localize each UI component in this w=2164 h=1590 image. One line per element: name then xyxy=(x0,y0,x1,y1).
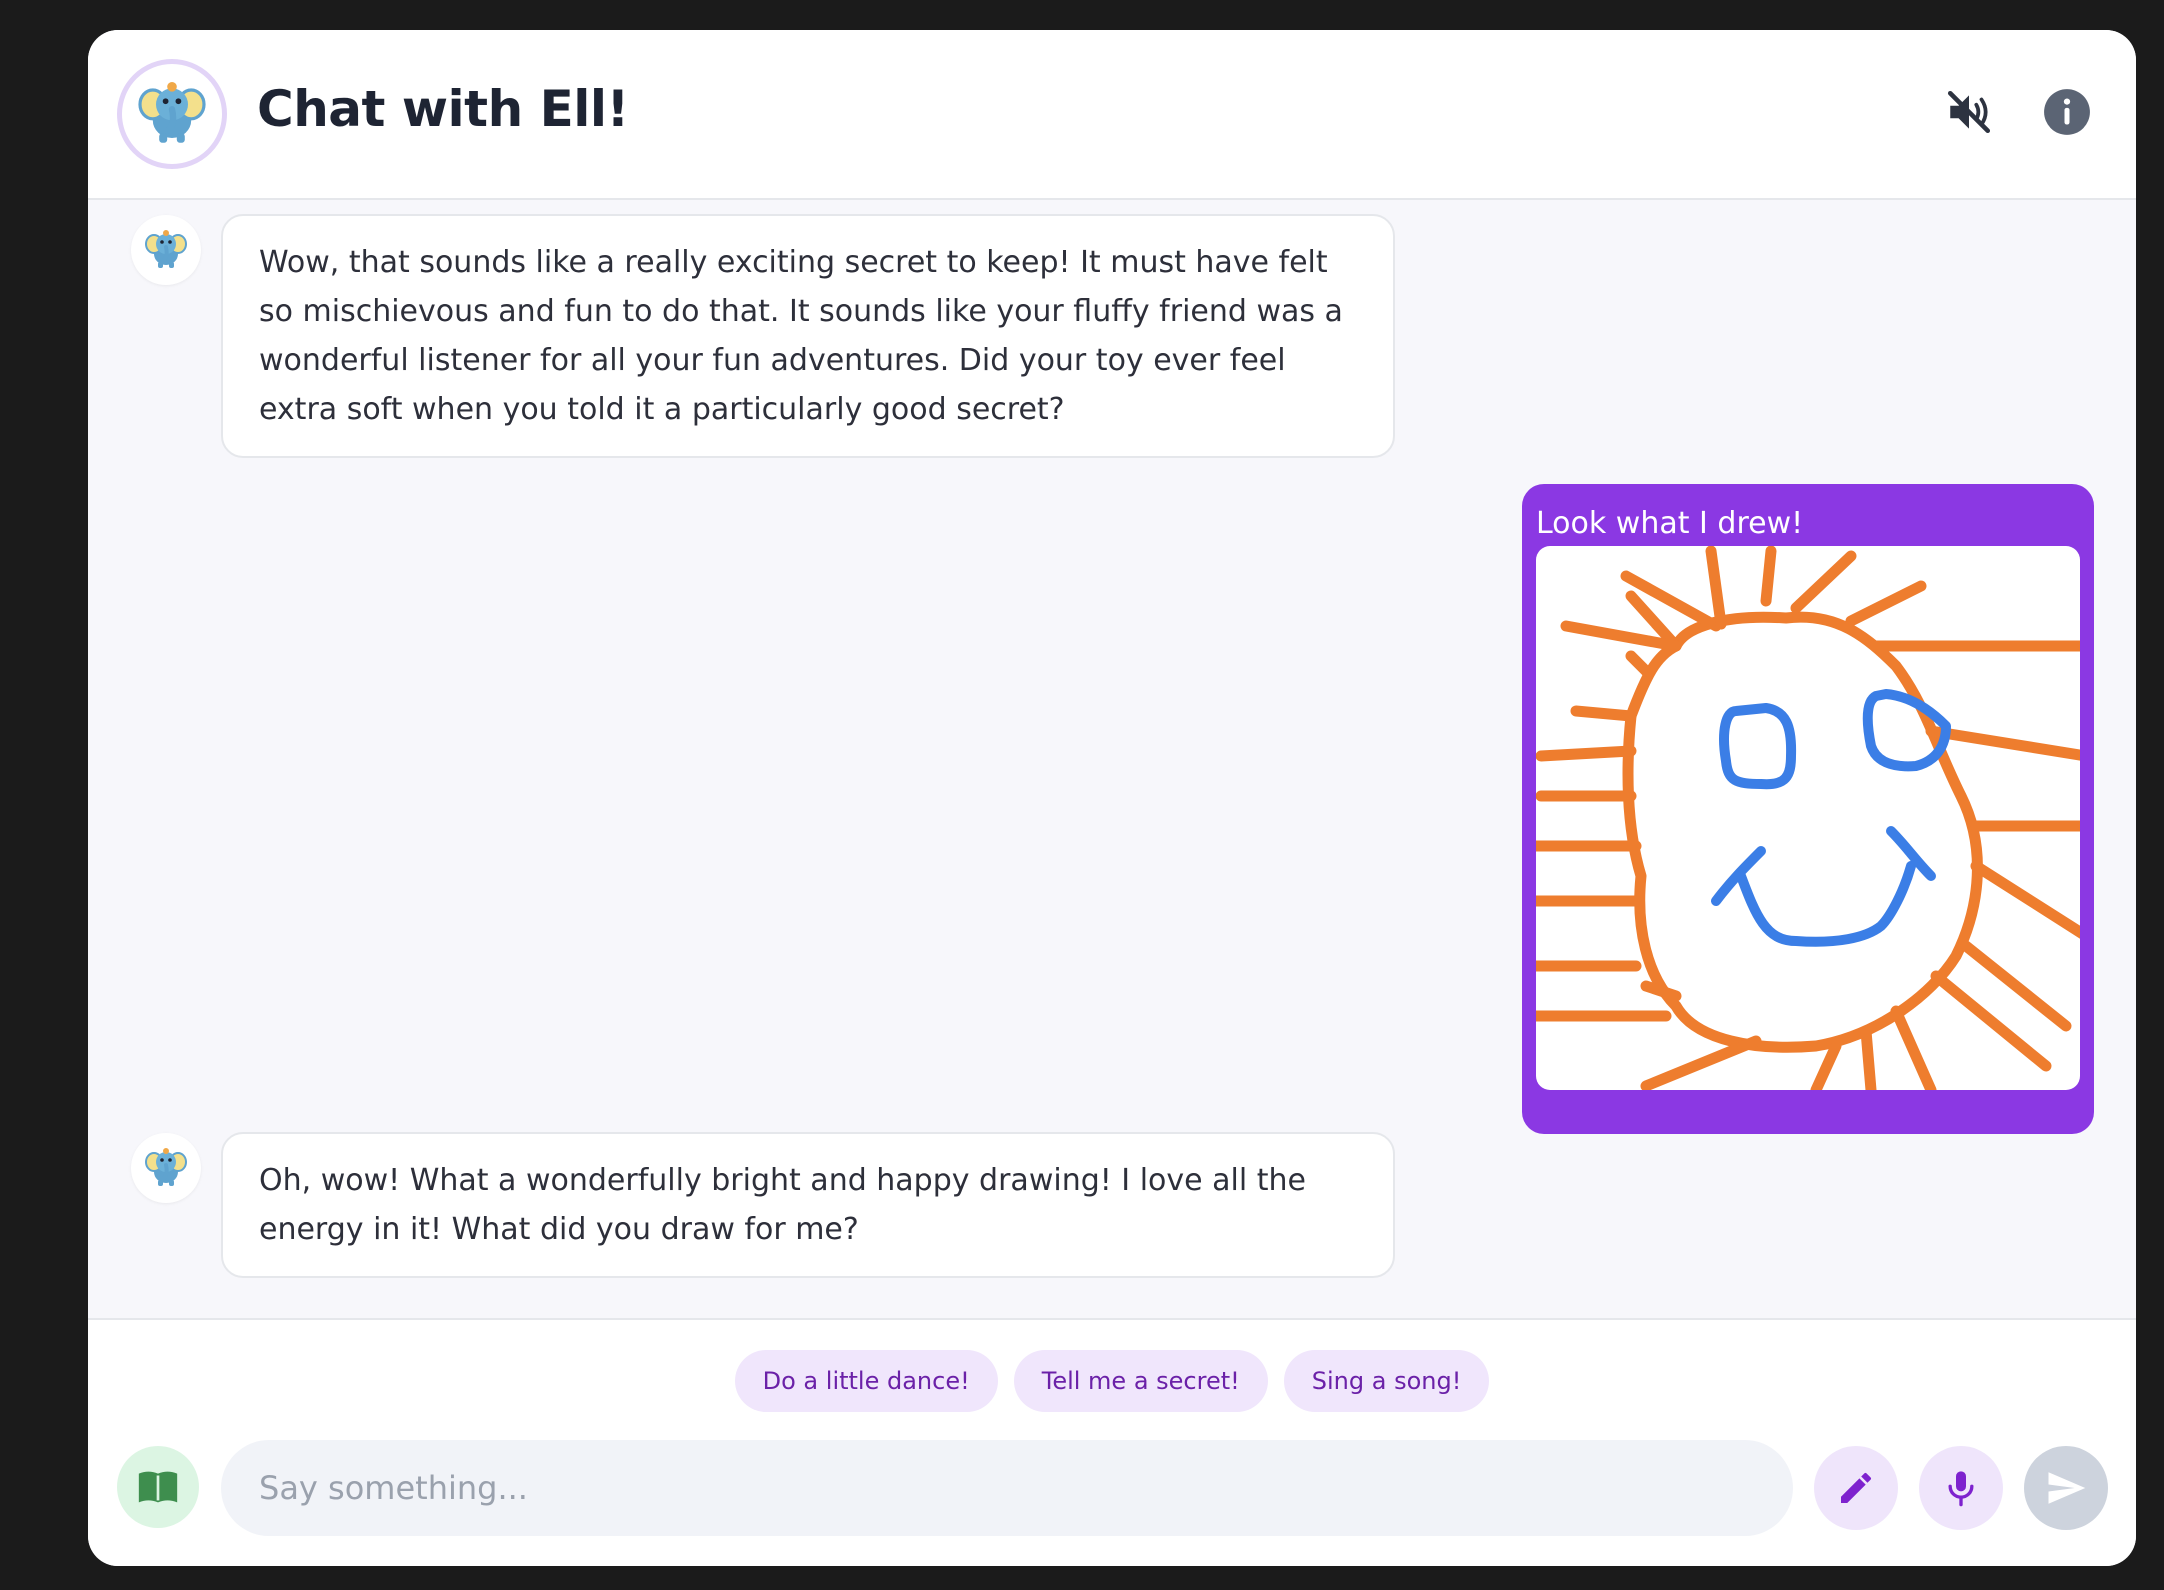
suggestion-chip-dance[interactable]: Do a little dance! xyxy=(734,1350,998,1412)
microphone-icon xyxy=(1948,1471,1974,1507)
page-title: Chat with Ell! xyxy=(257,80,629,138)
drawing-image[interactable] xyxy=(1536,546,2080,1090)
send-icon xyxy=(2048,1472,2086,1504)
elephant-icon xyxy=(132,74,212,154)
elephant-icon xyxy=(144,228,188,270)
elephant-icon xyxy=(144,1146,188,1188)
info-button[interactable] xyxy=(2039,84,2095,140)
composer-area: Do a little dance! Tell me a secret! Sin… xyxy=(88,1318,2136,1566)
mute-button[interactable] xyxy=(1941,84,1997,140)
message-input[interactable] xyxy=(221,1440,1793,1536)
bot-message: Wow, that sounds like a really exciting … xyxy=(221,214,1395,458)
pencil-icon xyxy=(1841,1472,1872,1503)
header-avatar xyxy=(117,59,227,169)
bot-message: Oh, wow! What a wonderfully bright and h… xyxy=(221,1132,1395,1278)
chat-window: Chat with Ell! Wow, that sounds like a r… xyxy=(88,30,2136,1566)
bot-avatar xyxy=(131,215,201,285)
user-message-text: Look what I drew! xyxy=(1536,506,1804,541)
chat-header: Chat with Ell! xyxy=(88,30,2136,200)
draw-button[interactable] xyxy=(1814,1446,1898,1530)
bot-avatar xyxy=(131,1133,201,1203)
send-button[interactable] xyxy=(2024,1446,2108,1530)
info-icon xyxy=(2044,89,2090,135)
user-message: Look what I drew! xyxy=(1522,484,2094,1134)
suggestion-chips: Do a little dance! Tell me a secret! Sin… xyxy=(88,1350,2136,1412)
book-icon xyxy=(138,1471,178,1503)
suggestion-chip-secret[interactable]: Tell me a secret! xyxy=(1013,1350,1268,1412)
book-button[interactable] xyxy=(117,1446,199,1528)
microphone-button[interactable] xyxy=(1919,1446,2003,1530)
speaker-muted-icon xyxy=(1947,90,1991,134)
sun-drawing xyxy=(1536,546,2080,1090)
suggestion-chip-song[interactable]: Sing a song! xyxy=(1283,1350,1490,1412)
